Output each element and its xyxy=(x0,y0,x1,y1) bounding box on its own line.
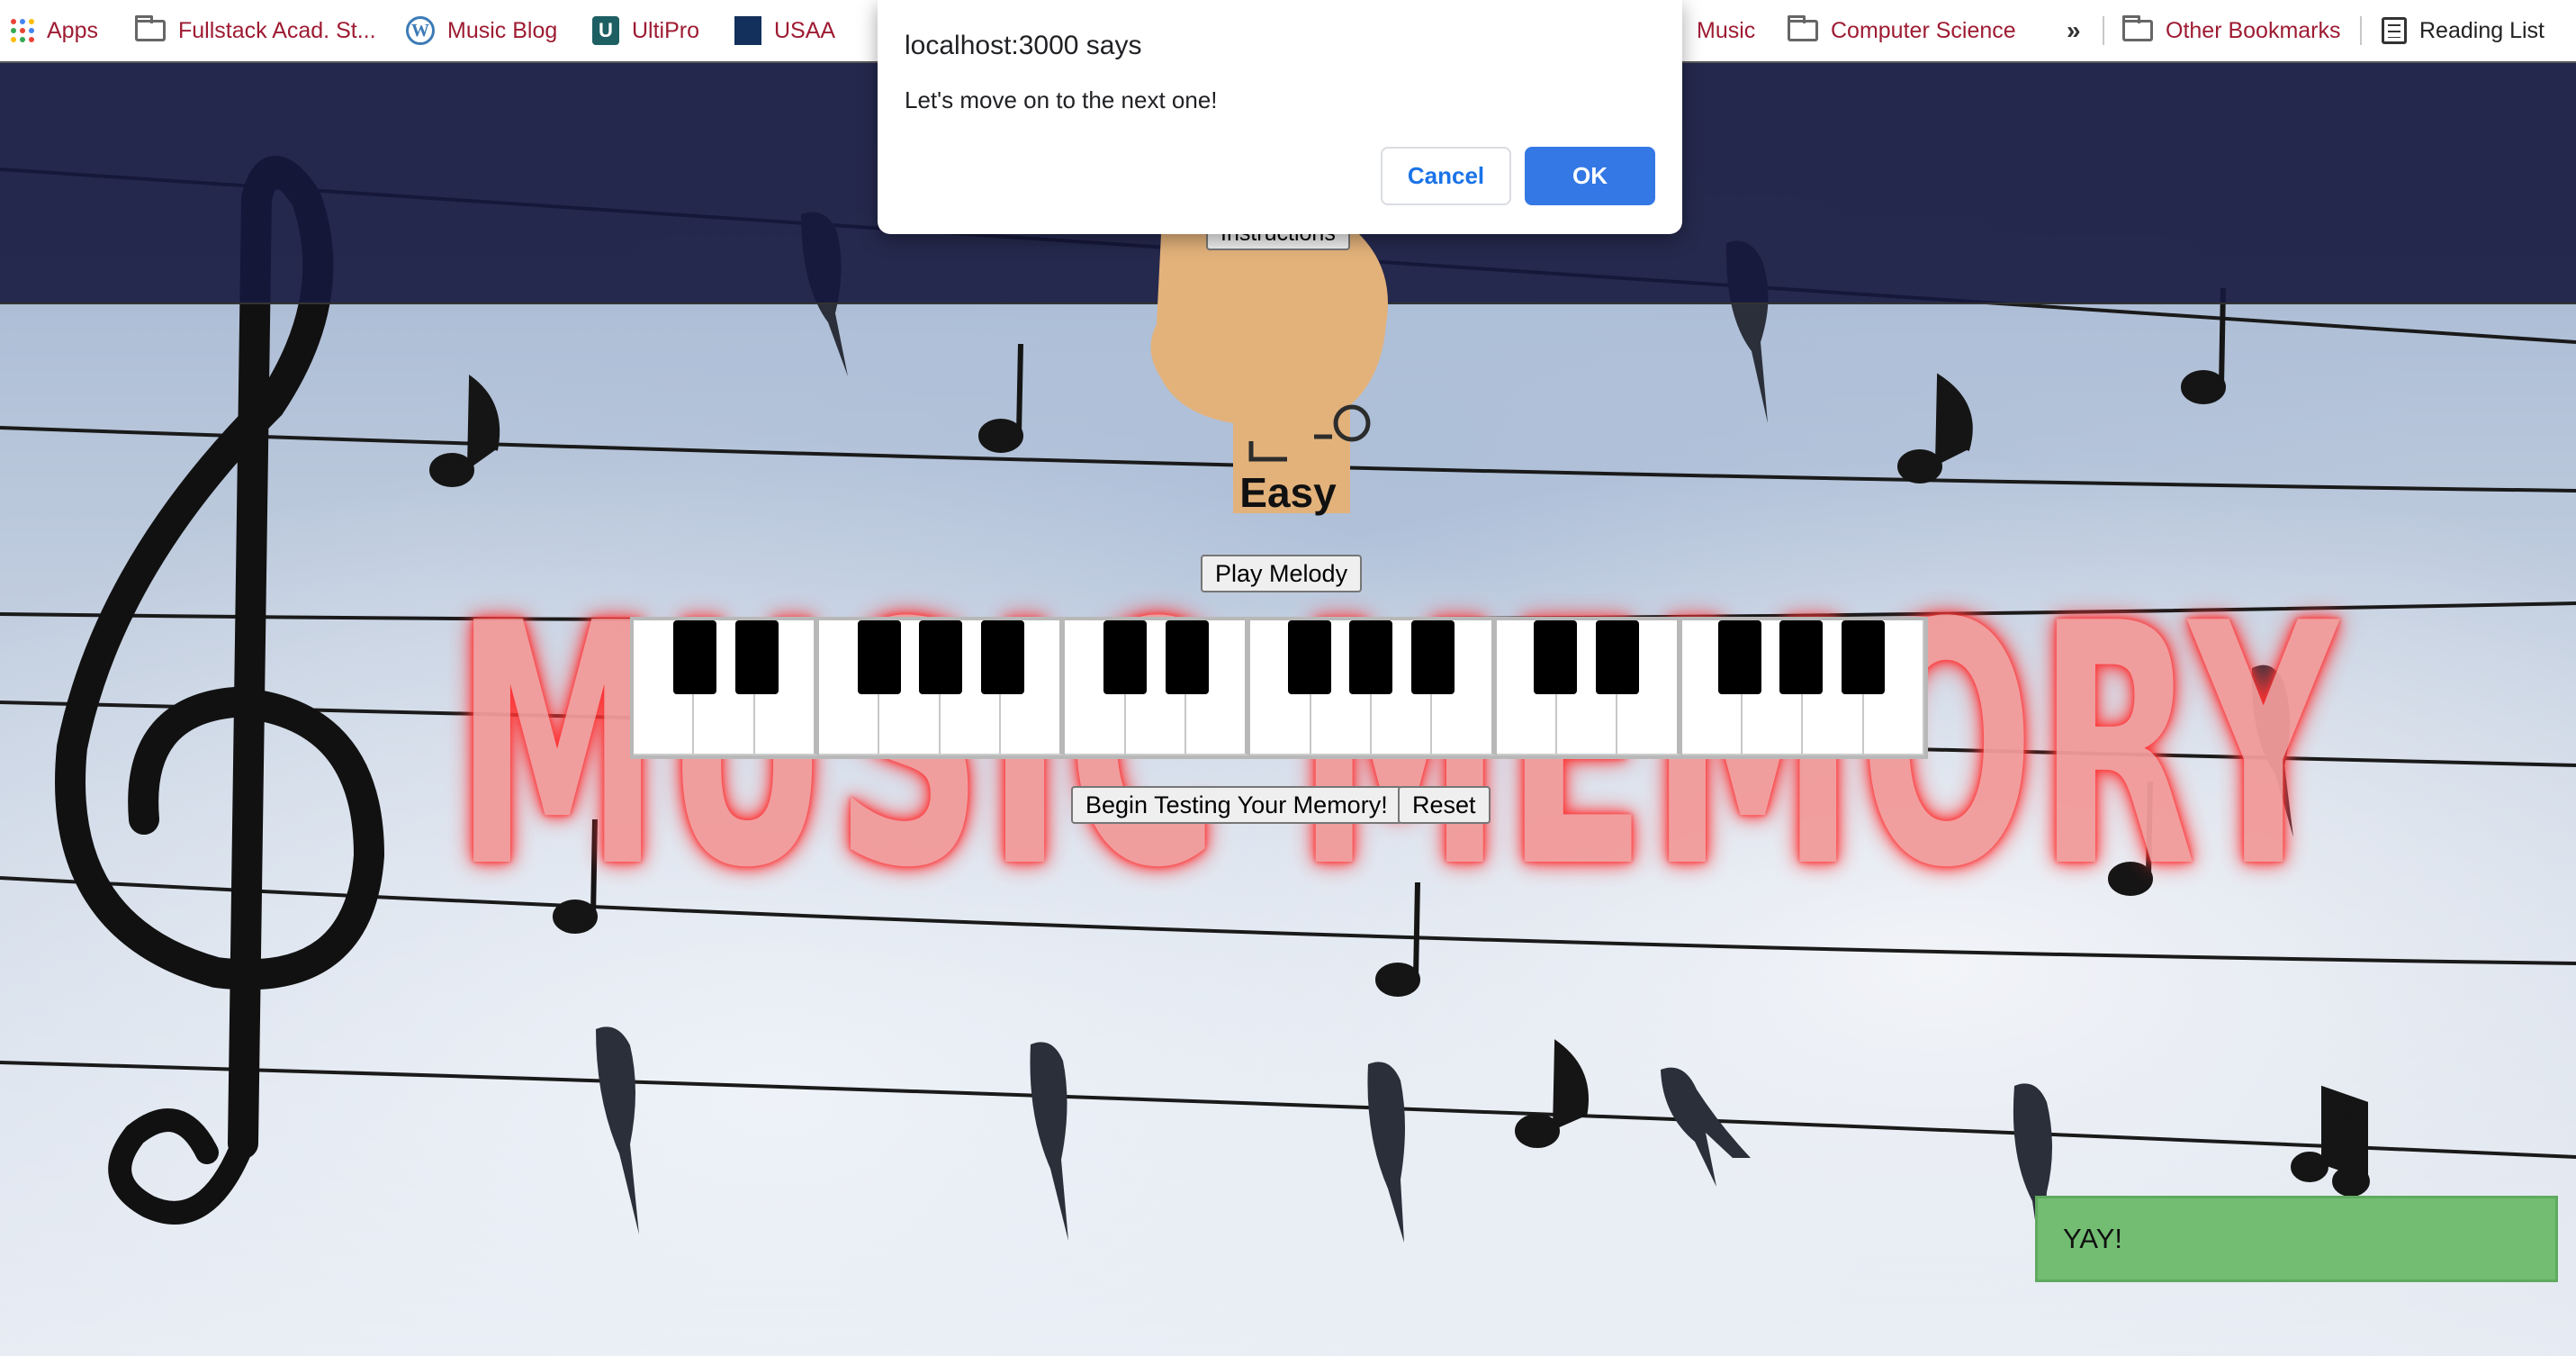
bookmark-ultipro[interactable]: U UltiPro xyxy=(592,0,699,61)
begin-testing-button[interactable]: Begin Testing Your Memory! xyxy=(1071,786,1402,824)
bookmark-label: Apps xyxy=(47,17,98,43)
bookmark-label: Music Blog xyxy=(447,17,558,43)
black-key[interactable] xyxy=(1534,620,1578,694)
ok-button[interactable]: OK xyxy=(1525,147,1655,205)
bookmark-label: USAA xyxy=(774,17,836,43)
bookmark-apps[interactable]: Apps xyxy=(11,0,98,61)
black-key[interactable] xyxy=(980,620,1024,694)
cancel-button[interactable]: Cancel xyxy=(1381,147,1511,205)
black-key[interactable] xyxy=(1288,620,1332,694)
dialog-message: Let's move on to the next one! xyxy=(905,86,1218,113)
folder-icon xyxy=(2122,15,2153,41)
black-key[interactable] xyxy=(1718,620,1762,694)
separator xyxy=(2103,16,2104,45)
play-melody-button[interactable]: Play Melody xyxy=(1201,555,1363,592)
success-toast: YAY! xyxy=(2035,1196,2558,1282)
bookmark-fullstack[interactable]: Fullstack Acad. St... xyxy=(135,0,376,61)
bookmark-computer-science[interactable]: Computer Science xyxy=(1788,0,2016,61)
dialog-title: localhost:3000 says xyxy=(905,31,1142,60)
reading-list-button[interactable]: Reading List xyxy=(2382,0,2544,61)
black-key[interactable] xyxy=(1779,620,1824,694)
black-key[interactable] xyxy=(734,620,779,694)
black-key[interactable] xyxy=(1165,620,1209,694)
bookmark-label: Fullstack Acad. St... xyxy=(178,17,376,43)
bookmark-music-blog[interactable]: W Music Blog xyxy=(406,0,557,61)
black-key[interactable] xyxy=(919,620,963,694)
black-key[interactable] xyxy=(673,620,717,694)
black-key[interactable] xyxy=(1595,620,1639,694)
ultipro-icon: U xyxy=(592,16,619,45)
page-background: Instructions MUSIC MEMORY Easy Play Melo… xyxy=(0,63,2576,1356)
black-key[interactable] xyxy=(1103,620,1148,694)
black-key[interactable] xyxy=(858,620,902,694)
bookmark-label: UltiPro xyxy=(632,17,700,43)
reading-list-icon xyxy=(2382,17,2407,44)
black-key[interactable] xyxy=(1349,620,1393,694)
bookmark-label: Computer Science xyxy=(1831,17,2016,43)
black-key[interactable] xyxy=(1841,620,1885,694)
bookmark-other[interactable]: Other Bookmarks xyxy=(2122,0,2341,61)
reading-list-label: Reading List xyxy=(2419,17,2544,43)
alert-dialog: localhost:3000 says Let's move on to the… xyxy=(878,0,1682,234)
apps-grid-icon xyxy=(11,19,34,42)
separator xyxy=(2360,16,2362,45)
wordpress-icon: W xyxy=(406,16,435,45)
bookmark-music[interactable]: Music xyxy=(1697,0,1755,61)
piano-keyboard xyxy=(630,617,1928,759)
reset-button[interactable]: Reset xyxy=(1398,786,1491,824)
level-heading: Easy xyxy=(1239,469,1337,516)
black-key[interactable] xyxy=(1410,620,1455,694)
bookmark-label: Music xyxy=(1697,17,1756,43)
usaa-icon xyxy=(734,16,761,45)
folder-icon xyxy=(135,15,166,41)
more-bookmarks-chevron[interactable]: » xyxy=(2067,0,2081,61)
treble-clef-icon xyxy=(55,156,385,1225)
bookmark-label: Other Bookmarks xyxy=(2166,17,2341,43)
folder-icon xyxy=(1788,15,1818,41)
bookmark-usaa[interactable]: USAA xyxy=(734,0,835,61)
